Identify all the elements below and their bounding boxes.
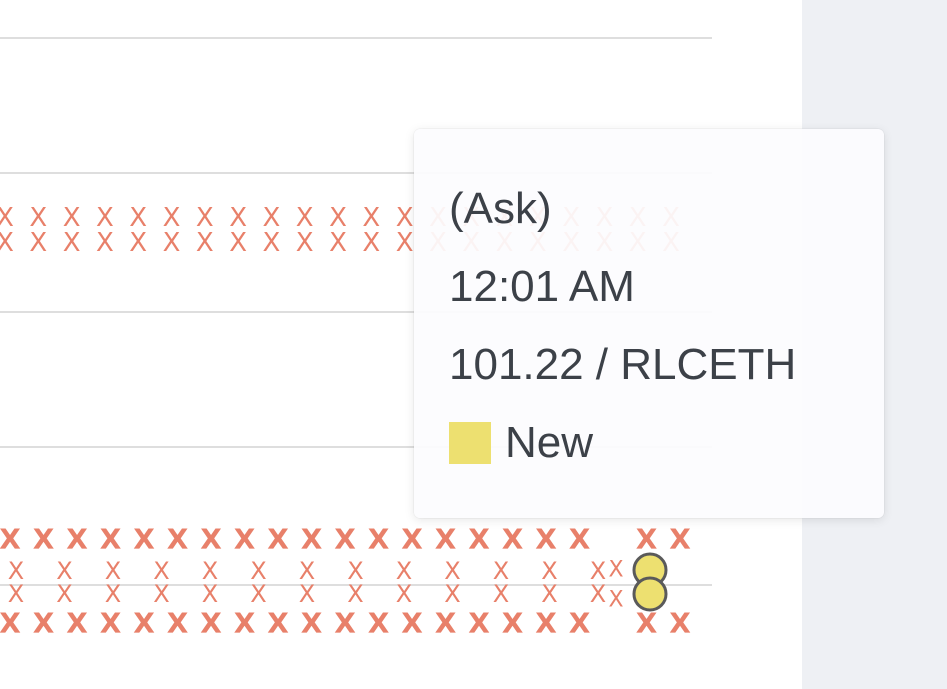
ask-order-marker: X [334,523,356,556]
ask-order-marker: X [301,523,323,556]
order-tooltip: (Ask) 12:01 AM 101.22 / RLCETH New [414,129,884,518]
tooltip-time: 12:01 AM [449,262,635,311]
ask-order-marker: X [202,580,218,608]
ask-order-marker: X [502,607,524,640]
ask-order-marker: X [569,607,591,640]
ask-order-marker: X [435,523,457,556]
ask-order-marker: X [129,228,147,258]
ask-order-marker: X [468,523,490,556]
ask-order-marker: X [267,607,289,640]
ask-order-marker: X [133,523,155,556]
ask-order-marker: X [368,607,390,640]
ask-order-marker: X [234,607,256,640]
ask-order-marker: X [401,607,423,640]
ask-order-marker: X [535,607,557,640]
ask-order-marker: X [608,558,623,583]
ask-order-marker: X [56,580,72,608]
ask-order-marker: X [334,607,356,640]
ask-order-marker: X [329,228,347,258]
ask-order-marker: X [396,580,412,608]
ask-order-marker: X [33,607,55,640]
ask-order-marker: X [153,580,169,608]
ask-order-marker: X [105,580,121,608]
ask-order-marker: X [368,523,390,556]
ask-order-marker: X [250,580,266,608]
ask-order-marker: X [100,523,122,556]
ask-order-marker: X [63,228,81,258]
tooltip-legend: New [449,421,593,465]
ask-order-marker: X [163,228,181,258]
ask-order-marker: X [396,228,414,258]
ask-order-marker: X [299,580,315,608]
ask-order-marker: X [669,607,691,640]
ask-order-marker: X [444,580,460,608]
ask-order-marker: X [66,607,88,640]
ask-order-marker: X [569,523,591,556]
ask-order-marker: X [133,607,155,640]
ask-order-marker: X [196,228,214,258]
ask-order-marker: X [541,580,557,608]
ask-order-marker: X [301,607,323,640]
ask-order-marker: X [0,523,21,556]
ask-order-marker: X [8,580,24,608]
tooltip-side: (Ask) [449,184,552,233]
ask-order-marker: X [590,580,606,608]
tooltip-legend-label: New [505,418,594,467]
ask-order-marker: X [200,523,222,556]
ask-order-marker: X [0,228,14,258]
new-order-circle-icon[interactable] [632,576,668,612]
ask-order-marker: X [535,523,557,556]
ask-order-marker: X [100,607,122,640]
ask-order-marker: X [608,588,623,613]
ask-order-marker: X [296,228,314,258]
ask-order-marker: X [669,523,691,556]
ask-order-marker: X [636,607,658,640]
ask-order-marker: X [200,607,222,640]
ask-order-marker: X [493,580,509,608]
ask-order-marker: X [636,523,658,556]
ask-order-marker: X [502,523,524,556]
ask-order-marker: X [96,228,114,258]
ask-order-marker: X [66,523,88,556]
ask-order-marker: X [167,523,189,556]
ask-order-marker: X [234,523,256,556]
ask-order-marker: X [29,228,47,258]
ask-order-marker: X [262,228,280,258]
ask-order-marker: X [362,228,380,258]
tooltip-price: 101.22 / RLCETH [449,340,797,389]
ask-order-marker: X [229,228,247,258]
ask-order-marker: X [267,523,289,556]
ask-order-marker: X [33,523,55,556]
ask-order-marker: X [435,607,457,640]
ask-order-marker: X [0,607,21,640]
legend-swatch-icon [449,422,491,464]
ask-order-marker: X [401,523,423,556]
ask-order-marker: X [468,607,490,640]
ask-order-marker: X [347,580,363,608]
ask-order-marker: X [167,607,189,640]
